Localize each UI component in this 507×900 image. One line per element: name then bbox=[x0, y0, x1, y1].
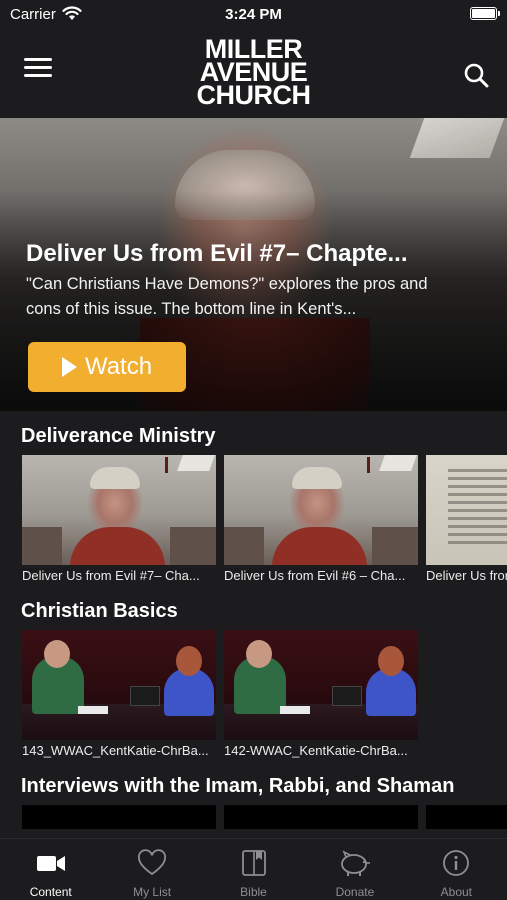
video-title: 142-WWAC_KentKatie-ChrBa... bbox=[224, 743, 408, 758]
video-card[interactable] bbox=[22, 805, 216, 829]
carousel-christian-basics[interactable]: 143_WWAC_KentKatie-ChrBa... 142-WWAC_Ken… bbox=[22, 630, 507, 770]
video-card[interactable] bbox=[224, 805, 418, 829]
piggy-bank-icon bbox=[341, 850, 370, 876]
app-header: MILLER AVENUE CHURCH bbox=[0, 28, 507, 118]
video-card[interactable]: 143_WWAC_KentKatie-ChrBa... bbox=[22, 630, 216, 758]
video-card[interactable]: 142-WWAC_KentKatie-ChrBa... bbox=[224, 630, 418, 758]
video-title: Deliver Us from Evil #6 – Cha... bbox=[224, 568, 406, 583]
video-card[interactable]: Deliver Us from Evil... bbox=[426, 455, 507, 583]
carousel-interviews[interactable] bbox=[22, 805, 507, 829]
tab-bible[interactable]: Bible bbox=[203, 839, 304, 900]
watch-button[interactable]: Watch bbox=[28, 342, 186, 392]
video-thumbnail bbox=[426, 805, 507, 829]
video-card[interactable] bbox=[426, 805, 507, 829]
video-thumbnail bbox=[22, 455, 216, 565]
video-thumbnail bbox=[426, 455, 507, 565]
section-title-christian-basics: Christian Basics bbox=[21, 600, 178, 622]
tab-donate[interactable]: Donate bbox=[304, 839, 405, 900]
video-title: Deliver Us from Evil... bbox=[426, 568, 507, 583]
tab-label: About bbox=[440, 885, 472, 899]
hero-title: Deliver Us from Evil #7– Chapte... bbox=[26, 240, 408, 267]
tab-bar: Content My List Bible Donate About bbox=[0, 838, 507, 900]
watch-button-label: Watch bbox=[84, 353, 153, 380]
tab-label: Donate bbox=[335, 885, 375, 899]
church-logo: MILLER AVENUE CHURCH bbox=[0, 36, 507, 110]
tab-label: Content bbox=[29, 885, 72, 899]
section-title-interviews: Interviews with the Imam, Rabbi, and Sha… bbox=[21, 775, 455, 797]
heart-icon bbox=[138, 849, 167, 876]
video-card[interactable]: Deliver Us from Evil #6 – Cha... bbox=[224, 455, 418, 583]
tab-about[interactable]: About bbox=[406, 839, 507, 900]
logo-line-3: CHURCH bbox=[196, 80, 312, 110]
status-bar: Carrier 3:24 PM bbox=[0, 0, 507, 28]
video-title: 143_WWAC_KentKatie-ChrBa... bbox=[22, 743, 209, 758]
book-icon bbox=[241, 850, 266, 876]
video-title: Deliver Us from Evil #7– Cha... bbox=[22, 568, 200, 583]
tab-my-list[interactable]: My List bbox=[101, 839, 202, 900]
tab-label: My List bbox=[133, 885, 172, 899]
video-thumbnail bbox=[224, 630, 418, 740]
video-thumbnail bbox=[224, 455, 418, 565]
tab-content[interactable]: Content bbox=[0, 839, 101, 900]
video-thumbnail bbox=[22, 805, 216, 829]
status-time: 3:24 PM bbox=[225, 6, 282, 23]
play-icon bbox=[61, 357, 77, 377]
featured-hero[interactable]: Deliver Us from Evil #7– Chapte... "Can … bbox=[0, 118, 507, 411]
video-thumbnail bbox=[224, 805, 418, 829]
info-icon bbox=[443, 850, 470, 876]
video-card[interactable]: Deliver Us from Evil #7– Cha... bbox=[22, 455, 216, 583]
carousel-deliverance[interactable]: Deliver Us from Evil #7– Cha... Deliver … bbox=[22, 455, 507, 595]
battery-icon bbox=[470, 7, 500, 20]
search-icon[interactable] bbox=[463, 62, 489, 88]
video-thumbnail bbox=[22, 630, 216, 740]
section-title-deliverance: Deliverance Ministry bbox=[21, 425, 216, 447]
hero-description: "Can Christians Have Demons?" explores t… bbox=[26, 275, 428, 318]
tab-label: Bible bbox=[240, 885, 267, 899]
video-camera-icon bbox=[36, 856, 65, 871]
